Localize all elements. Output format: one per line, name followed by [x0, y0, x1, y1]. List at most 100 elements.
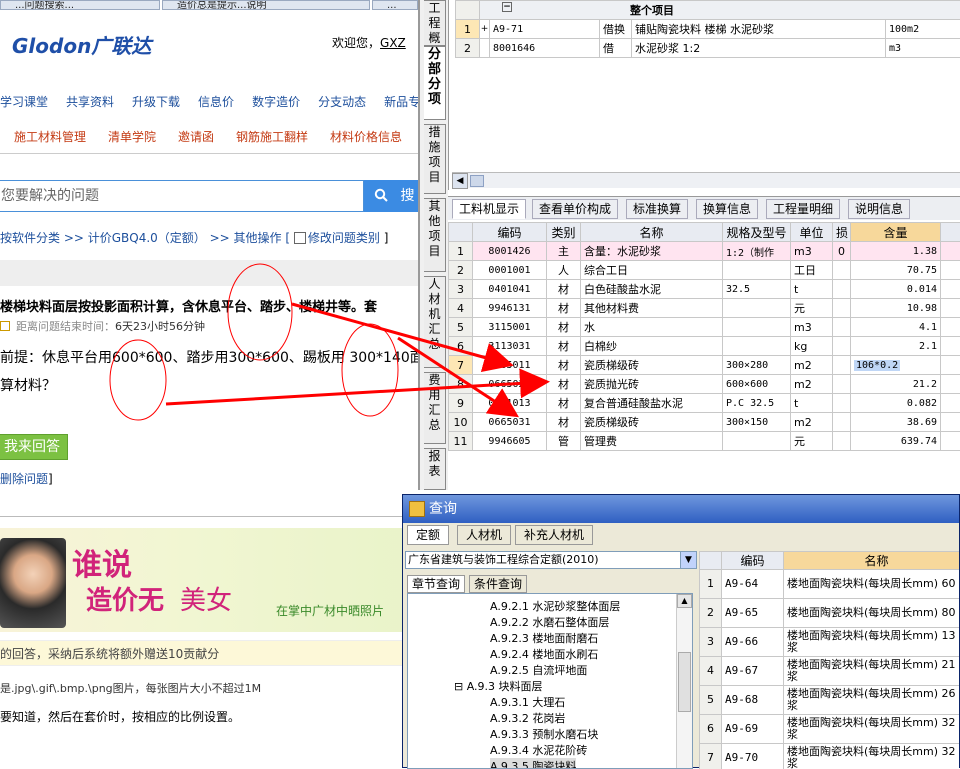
material-quantity[interactable]: 2.1: [851, 337, 941, 356]
subnav-item[interactable]: 施工材料管理: [14, 128, 86, 145]
browser-tab-2[interactable]: 造价总是提示...说明: [162, 0, 370, 10]
browser-tab-1[interactable]: ...问题搜索...: [0, 0, 160, 10]
nav-item[interactable]: 信息价: [198, 93, 234, 110]
table-row[interactable]: 90401013材复合普通硅酸盐水泥P.C 32.5t0.082: [449, 394, 960, 413]
glodon-logo[interactable]: Glodon广联达: [12, 30, 151, 59]
ad-banner[interactable]: 谁说 造价无 美女 在掌中广材中晒照片: [0, 528, 418, 632]
tree-node[interactable]: ⊟ A.9.3 块料面层: [454, 678, 543, 694]
table-row[interactable]: 6A9-69楼地面陶瓷块料(每块周长mm) 32 浆: [700, 715, 960, 744]
tab-condition-query[interactable]: 条件查询: [469, 575, 527, 593]
tab-description[interactable]: 说明信息: [848, 199, 910, 219]
tree-node[interactable]: A.9.3.4 水泥花阶砖: [490, 742, 587, 758]
table-row[interactable]: 1 + A9-71 借换 铺贴陶瓷块料 楼梯 水泥砂浆 100m2: [456, 20, 960, 39]
table-row[interactable]: 1A9-64楼地面陶瓷块料(每块周长mm) 60: [700, 570, 960, 599]
vtab-overview[interactable]: 工程概况: [424, 0, 446, 46]
tree-node[interactable]: A.9.3.3 预制水磨石块: [490, 726, 598, 742]
tree-node[interactable]: A.9.3.5 陶瓷块料: [490, 758, 576, 769]
nav-item[interactable]: 新品专栏: [384, 93, 418, 110]
column-header[interactable]: 单位: [791, 223, 833, 242]
quantity-edit-input[interactable]: 106*0.2: [854, 360, 900, 371]
tab-quantity-detail[interactable]: 工程量明细: [766, 199, 840, 219]
tab-conversion-info[interactable]: 换算信息: [696, 199, 758, 219]
vtab-measures[interactable]: 措施项目: [424, 124, 446, 194]
material-quantity[interactable]: 639.74: [851, 432, 941, 451]
tree-node[interactable]: A.9.3.1 大理石: [490, 694, 565, 710]
delete-question-link[interactable]: 删除问题: [0, 472, 48, 486]
tab-supplement-material[interactable]: 补充人材机: [515, 525, 593, 545]
vtab-reports[interactable]: 报表: [424, 448, 446, 490]
chevron-down-icon[interactable]: ▼: [680, 552, 696, 568]
user-link[interactable]: GXZ: [380, 36, 406, 50]
table-row[interactable]: 2 8001646 借 水泥砂浆 1:2 m3: [456, 39, 960, 58]
column-header[interactable]: 含量: [851, 223, 941, 242]
quota-library-select[interactable]: 广东省建筑与装饰工程综合定额(2010)▼: [405, 551, 697, 569]
nav-item[interactable]: 学习课堂: [0, 93, 48, 110]
column-header[interactable]: 编码: [473, 223, 547, 242]
table-row[interactable]: 30401041材白色硅酸盐水泥32.5t0.014: [449, 280, 960, 299]
tree-root[interactable]: −整个项目: [480, 1, 960, 20]
breadcrumb-path[interactable]: 按软件分类 >> 计价GBQ4.0（定额） >> 其他操作 [: [0, 231, 294, 245]
subnav-item[interactable]: 邀请函: [178, 128, 214, 145]
table-row[interactable]: 53115001材水m34.1: [449, 318, 960, 337]
table-row[interactable]: 3A9-66楼地面陶瓷块料(每块周长mm) 13 浆: [700, 628, 960, 657]
vtab-fees[interactable]: 费用汇总: [424, 372, 446, 444]
column-header[interactable]: 类别: [547, 223, 581, 242]
dialog-titlebar[interactable]: 查询: [403, 495, 959, 523]
tab-standard-conversion[interactable]: 标准换算: [626, 199, 688, 219]
tab-quota[interactable]: 定额: [407, 525, 449, 545]
search-button[interactable]: 搜: [364, 180, 418, 212]
vtab-others[interactable]: 其他项目: [424, 198, 446, 272]
search-input[interactable]: 您要解决的问题: [0, 180, 364, 212]
table-row[interactable]: 4A9-67楼地面陶瓷块料(每块周长mm) 21 浆: [700, 657, 960, 686]
tab-labor-material[interactable]: 人材机: [457, 525, 511, 545]
material-quantity[interactable]: 21.2: [851, 375, 941, 394]
column-header[interactable]: 损: [833, 223, 851, 242]
table-row[interactable]: 63113031材白棉纱kg2.1: [449, 337, 960, 356]
nav-item[interactable]: 升级下载: [132, 93, 180, 110]
subnav-item[interactable]: 钢筋施工翻样: [236, 128, 308, 145]
tree-node[interactable]: A.9.2.5 自流坪地面: [490, 662, 587, 678]
vtab-items[interactable]: 分部分项: [424, 46, 446, 120]
answer-button[interactable]: 我来回答: [0, 434, 68, 460]
tree-node[interactable]: A.9.3.2 花岗岩: [490, 710, 565, 726]
material-quantity[interactable]: 106*0.2: [851, 356, 941, 375]
subnav-item[interactable]: 清单学院: [108, 128, 156, 145]
tab-labor-material[interactable]: 工料机显示: [452, 199, 526, 219]
tree-node[interactable]: A.9.2.3 楼地面耐磨石: [490, 630, 598, 646]
material-quantity[interactable]: 10.98: [851, 299, 941, 318]
table-row[interactable]: 80665021材瓷质抛光砖600×600m221.2: [449, 375, 960, 394]
tree-node[interactable]: A.9.2.2 水磨石整体面层: [490, 614, 609, 630]
material-quantity[interactable]: 0.082: [851, 394, 941, 413]
material-quantity[interactable]: 4.1: [851, 318, 941, 337]
vertical-scrollbar[interactable]: ▲: [676, 594, 692, 769]
column-header[interactable]: 名称: [581, 223, 723, 242]
tree-node[interactable]: A.9.2.1 水泥砂浆整体面层: [490, 598, 620, 614]
column-header[interactable]: 规格及型号: [723, 223, 791, 242]
browser-tab-3[interactable]: ...: [372, 0, 418, 10]
tree-node[interactable]: A.9.2.4 楼地面水刷石: [490, 646, 598, 662]
column-header[interactable]: 编码: [722, 552, 784, 570]
material-quantity[interactable]: 38.69: [851, 413, 941, 432]
material-quantity[interactable]: 0.014: [851, 280, 941, 299]
modify-category-link[interactable]: 修改问题类别: [308, 231, 380, 245]
tab-unit-price[interactable]: 查看单价构成: [532, 199, 618, 219]
horizontal-scrollbar[interactable]: ◀: [452, 172, 960, 188]
table-row[interactable]: 7A9-70楼地面陶瓷块料(每块周长mm) 32 浆: [700, 744, 960, 769]
scroll-up-icon[interactable]: ▲: [677, 594, 692, 608]
scroll-thumb[interactable]: [470, 175, 484, 187]
column-header[interactable]: 名称: [784, 552, 960, 570]
tab-chapter-query[interactable]: 章节查询: [407, 575, 465, 593]
scroll-left-icon[interactable]: ◀: [452, 173, 468, 189]
table-row[interactable]: 100665031材瓷质梯级砖300×150m238.69: [449, 413, 960, 432]
table-row[interactable]: 119946605管管理费元639.74: [449, 432, 960, 451]
table-row[interactable]: 5A9-68楼地面陶瓷块料(每块周长mm) 26 浆: [700, 686, 960, 715]
table-row[interactable]: 20001001人综合工日工日70.75: [449, 261, 960, 280]
expand-icon[interactable]: +: [480, 20, 490, 39]
table-row[interactable]: 49946131材其他材料费元10.98: [449, 299, 960, 318]
collapse-icon[interactable]: −: [502, 2, 512, 12]
table-row[interactable]: 18001426主含量：水泥砂浆1:2（制作m301.38: [449, 242, 960, 261]
nav-item[interactable]: 分支动态: [318, 93, 366, 110]
vtab-materials[interactable]: 人材机汇总: [424, 276, 446, 368]
material-quantity[interactable]: 70.75: [851, 261, 941, 280]
table-row[interactable]: 2A9-65楼地面陶瓷块料(每块周长mm) 80: [700, 599, 960, 628]
